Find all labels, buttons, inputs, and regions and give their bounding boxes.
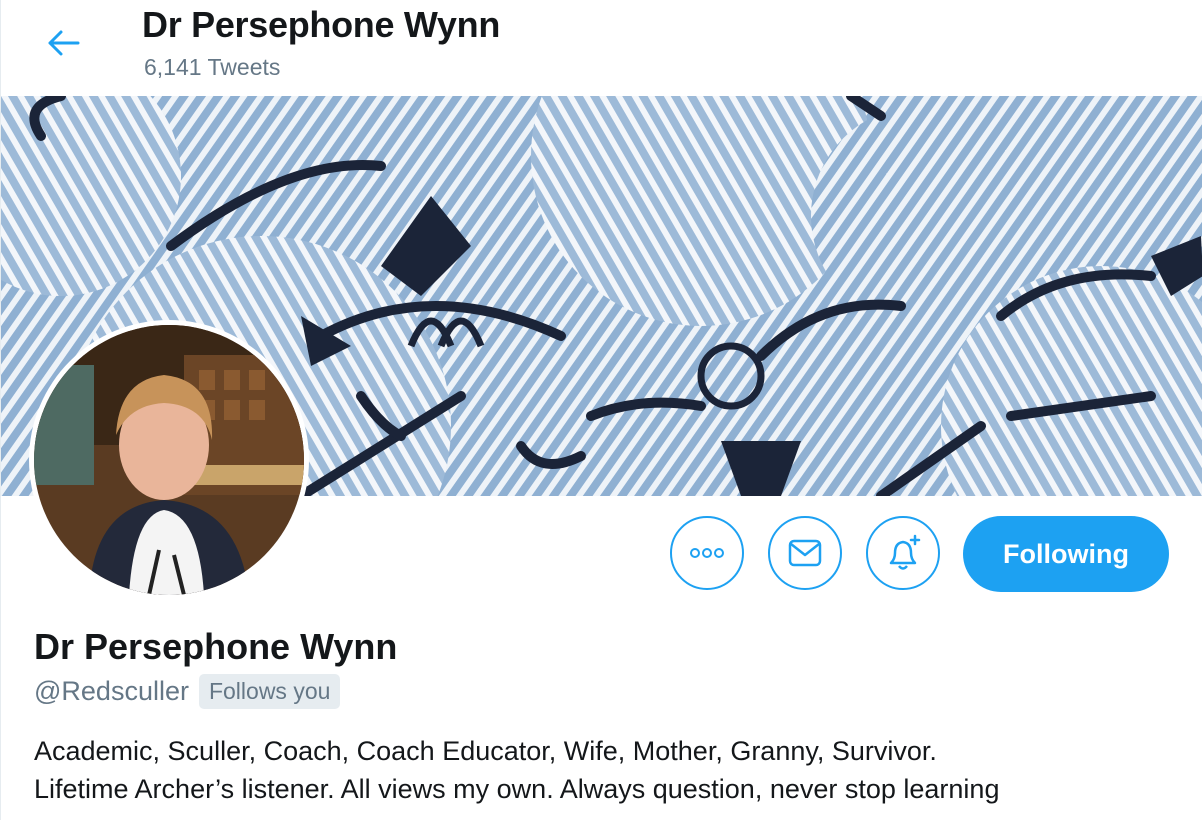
profile-header: Dr Persephone Wynn 6,141 Tweets xyxy=(1,0,1202,96)
envelope-icon xyxy=(788,539,822,567)
back-arrow-icon xyxy=(48,30,80,56)
profile-bio: Academic, Sculler, Coach, Coach Educator… xyxy=(34,732,1184,808)
bio-line-2: Lifetime Archer’s listener. All views my… xyxy=(34,774,1000,804)
header-tweet-count: 6,141 Tweets xyxy=(144,54,281,80)
profile-handle: @Redsculler xyxy=(34,676,189,706)
profile-display-name: Dr Persephone Wynn xyxy=(34,626,398,667)
bio-line-1: Academic, Sculler, Coach, Coach Educator… xyxy=(34,736,937,766)
profile-handle-row: @Redsculler Follows you xyxy=(34,674,341,709)
message-button[interactable] xyxy=(768,516,842,590)
following-button[interactable]: Following xyxy=(963,516,1169,592)
profile-actions: Following xyxy=(1,516,1202,596)
header-display-name: Dr Persephone Wynn xyxy=(142,4,501,45)
back-button[interactable] xyxy=(37,20,89,66)
more-button[interactable] xyxy=(670,516,744,590)
notifications-button[interactable] xyxy=(866,516,940,590)
bell-plus-icon xyxy=(889,534,921,570)
profile-page: Dr Persephone Wynn 6,141 Tweets Followin… xyxy=(0,0,1202,820)
more-dots-icon xyxy=(690,548,724,558)
follows-you-badge: Follows you xyxy=(198,674,341,709)
